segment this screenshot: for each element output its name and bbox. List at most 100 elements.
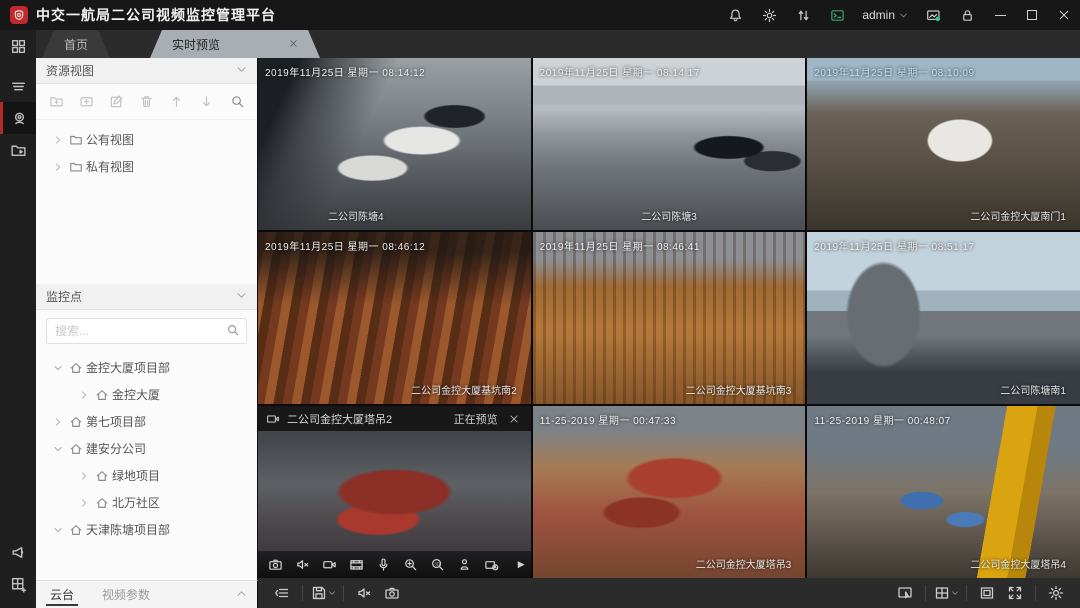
tree-node-project[interactable]: 第七项目部 [36,408,257,435]
image-status-icon[interactable] [916,0,950,30]
expander-icon[interactable] [50,363,66,373]
tree-node-project[interactable]: 绿地项目 [36,462,257,489]
chevron-down-icon[interactable] [951,589,959,597]
chevron-down-icon[interactable] [328,589,336,597]
tree-node-project[interactable]: 金控大厦项目部 [36,354,257,381]
home-icon [66,415,86,429]
video-cell-5[interactable]: 2019年11月25日 星期一 08:46:41 二公司金控大厦基坑南3 [533,232,806,404]
monitor-points-header[interactable]: 监控点 [36,284,257,310]
expander-icon[interactable] [76,498,92,508]
move-down-icon[interactable] [194,90,218,114]
lock-icon[interactable] [950,0,984,30]
video-cell-2[interactable]: 2019年11月25日 星期一 08:14:17 二公司陈塘3 [533,58,806,230]
tree-node-project[interactable]: 金控大厦 [36,381,257,408]
audio-muted-icon[interactable] [350,579,378,607]
single-view-icon[interactable] [973,579,1001,607]
tree-node-project[interactable]: 北万社区 [36,489,257,516]
move-up-icon[interactable] [164,90,188,114]
video-caption: 二公司金控大厦南门1 [807,208,1080,223]
announce-icon[interactable] [0,536,36,568]
tab-ptz[interactable]: 云台 [36,581,88,608]
tree-node-project[interactable]: 天津陈塘项目部 [36,516,257,543]
user-menu[interactable]: admin [854,8,916,22]
video-timestamp: 2019年11月25日 星期一 08:51:17 [814,238,974,253]
video-cell-6[interactable]: 2019年11月25日 星期一 08:51:17 二公司陈塘南1 [807,232,1080,404]
zoom-3d-icon[interactable]: 3D [426,554,448,576]
expander-icon[interactable] [50,135,66,145]
audio-muted-icon[interactable] [291,554,313,576]
expander-icon[interactable] [50,417,66,427]
resource-toolbar [36,84,257,120]
expander-icon[interactable] [76,471,92,481]
video-cell-8[interactable]: 11-25-2019 星期一 00:47:33 二公司金控大厦塔吊3 [533,406,806,578]
edit-icon[interactable] [104,90,128,114]
video-caption: 二公司金控大厦基坑南2 [258,382,531,397]
tab-video-params[interactable]: 视频参数 [88,581,164,608]
divider [343,585,344,601]
more-arrow-icon[interactable]: ▶ [518,559,525,570]
search-icon[interactable] [225,90,249,114]
save-view-icon[interactable] [74,90,98,114]
snapshot-icon[interactable] [264,554,286,576]
expander-icon[interactable] [76,390,92,400]
tab-video-params-label: 视频参数 [102,586,150,603]
record-icon[interactable] [318,554,340,576]
video-timestamp: 2019年11月25日 星期一 08:14:17 [540,64,700,79]
terminal-icon[interactable] [820,0,854,30]
tab-home[interactable]: 首页 [42,30,110,58]
cell-status: 正在预览 [454,411,498,427]
tab-live-preview[interactable]: 实时预览 [150,30,320,58]
video-cell-4[interactable]: 2019年11月25日 星期一 08:46:12 二公司金控大厦基坑南2 [258,232,531,404]
add-view-icon[interactable] [44,90,68,114]
tree-node-label: 公有视图 [86,131,134,148]
timed-snapshot-icon[interactable] [480,554,502,576]
collapse-list-icon[interactable] [268,579,296,607]
tree-node-project[interactable]: 建安分公司 [36,435,257,462]
tree-node-public-views[interactable]: 公有视图 [36,126,257,153]
screen-select-icon[interactable] [891,579,919,607]
webcam-icon[interactable] [0,102,36,134]
grid-layout-icon[interactable] [932,579,960,607]
chevron-up-icon[interactable] [236,588,247,602]
media-folder-icon[interactable] [0,134,36,166]
bell-icon[interactable] [718,0,752,30]
home-icon [92,388,112,402]
tree-node-label: 第七项目部 [86,413,146,430]
close-icon[interactable] [505,414,523,424]
video-cell-7-selected[interactable]: 二公司金控大厦塔吊2 正在预览 [258,406,531,578]
grid-add-icon[interactable] [0,568,36,600]
playback-icon[interactable] [345,554,367,576]
search-input[interactable] [46,318,247,344]
delete-icon[interactable] [134,90,158,114]
resource-view-header[interactable]: 资源视图 [36,58,257,84]
tree-node-private-views[interactable]: 私有视图 [36,153,257,180]
menu-lines-icon[interactable] [0,70,36,102]
mic-icon[interactable] [372,554,394,576]
video-cell-9[interactable]: 11-25-2019 星期一 00:48:07 二公司金控大厦塔吊4 [807,406,1080,578]
fullscreen-icon[interactable] [1001,579,1029,607]
video-cell-1[interactable]: 2019年11月25日 星期一 08:14:12 二公司陈塘4 [258,58,531,230]
apps-grid-icon[interactable] [0,30,36,62]
expander-icon[interactable] [50,162,66,172]
zoom-in-icon[interactable] [399,554,421,576]
expander-icon[interactable] [50,525,66,535]
tab-close-icon[interactable] [263,37,298,51]
sort-arrows-icon[interactable] [786,0,820,30]
divider [925,585,926,601]
save-icon[interactable] [309,579,337,607]
person-locate-icon[interactable] [453,554,475,576]
maximize-button[interactable] [1016,0,1048,30]
divider [1035,585,1036,601]
tree-node-label: 北万社区 [112,494,160,511]
snapshot-icon[interactable] [378,579,406,607]
search-icon[interactable] [226,323,240,342]
tree-node-label: 私有视图 [86,158,134,175]
expander-icon[interactable] [50,444,66,454]
close-button[interactable] [1048,0,1080,30]
gear-icon[interactable] [752,0,786,30]
minimize-button[interactable] [984,0,1016,30]
video-cell-3[interactable]: 2019年11月25日 星期一 08:10:09 二公司金控大厦南门1 [807,58,1080,230]
settings-gear-icon[interactable] [1042,579,1070,607]
camera-feed-icon [266,412,280,426]
chevron-down-icon [236,64,247,78]
